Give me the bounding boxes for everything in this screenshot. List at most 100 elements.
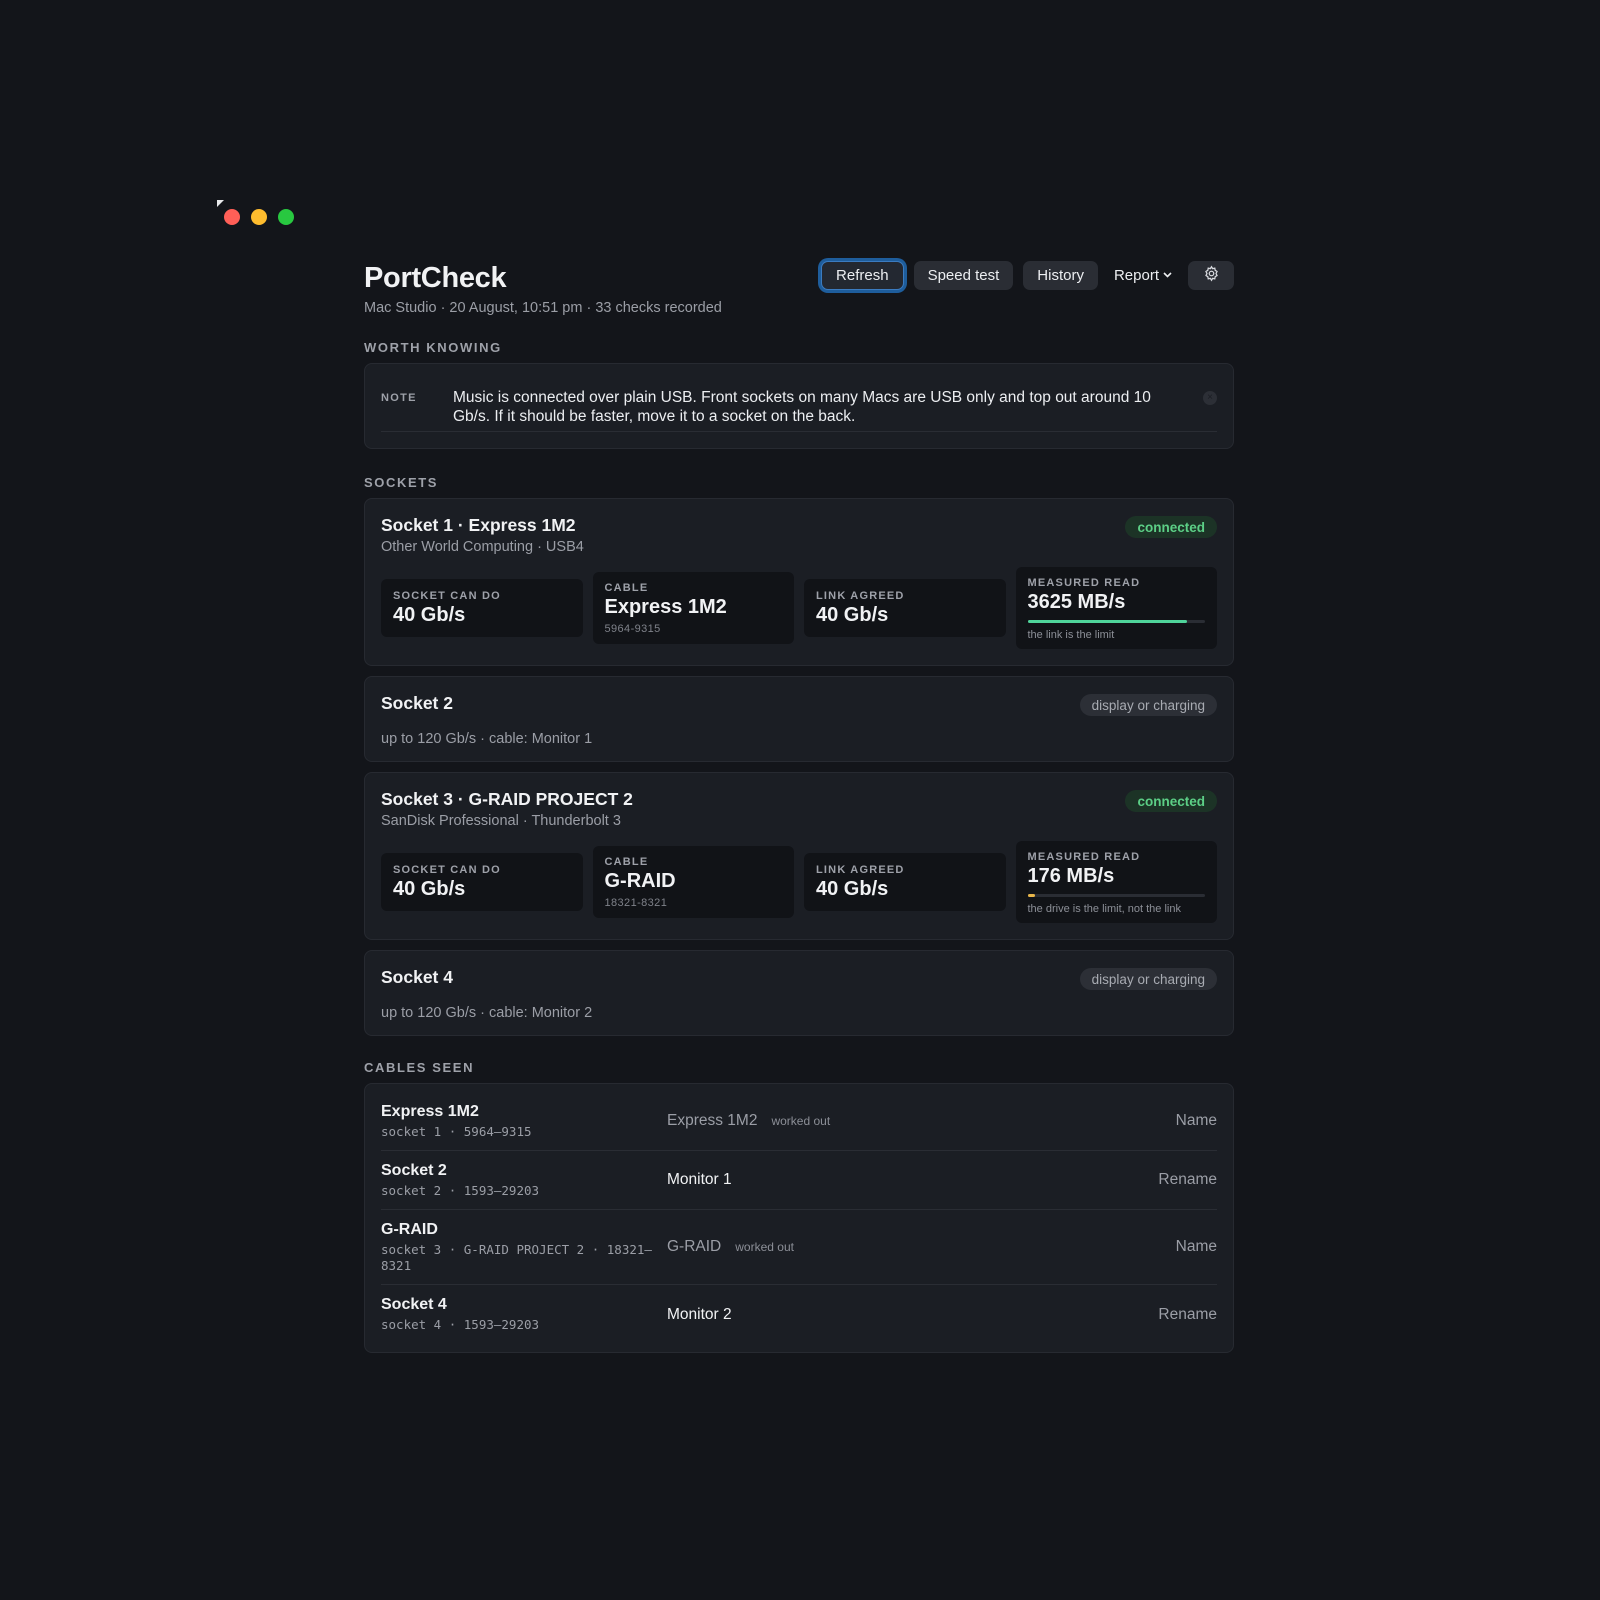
socket-detail: up to 120 Gb/s · cable: Monitor 2 — [381, 1005, 593, 1021]
worth-knowing-heading: WORTH KNOWING — [364, 340, 502, 355]
status-badge: connected — [1125, 516, 1217, 538]
app-subtitle: Mac Studio · 20 August, 10:51 pm · 33 ch… — [364, 300, 722, 316]
cable-name: Express 1M2 — [381, 1102, 479, 1120]
cable-meta: socket 3 · G-RAID PROJECT 2 · 18321–8321 — [381, 1241, 652, 1273]
tile-value: 40 Gb/s — [393, 878, 466, 900]
read-speed-bar-fill — [1027, 894, 1035, 897]
socket-card-1: Socket 1 · Express 1M2 Other World Compu… — [364, 498, 1234, 666]
socket-card-2: Socket 2 display or charging up to 120 G… — [364, 676, 1234, 762]
close-window-button[interactable] — [224, 209, 240, 225]
read-speed-bar — [1027, 620, 1205, 623]
app-main: PortCheck Mac Studio · 20 August, 10:51 … — [364, 258, 1234, 1353]
cable-name: Socket 4 — [381, 1296, 447, 1313]
cable-label: Monitor 2 — [667, 1305, 732, 1323]
cable-label: Express 1M2 — [667, 1112, 758, 1129]
window-controls — [224, 209, 294, 225]
tile-value: G-RAID — [604, 870, 676, 892]
cable-row: Express 1M2 socket 1 · 5964–9315 Express… — [381, 1092, 1217, 1151]
tile-label: CABLE — [604, 856, 649, 868]
history-button[interactable]: History — [1023, 261, 1098, 290]
status-badge: connected — [1125, 790, 1217, 812]
cable-tile: CABLE Express 1M2 5964-9315 — [592, 572, 794, 644]
link-tile: LINK AGREED 40 Gb/s — [804, 853, 1006, 911]
sockets-heading: SOCKETS — [364, 475, 439, 490]
status-badge: display or charging — [1079, 968, 1217, 990]
tile-value: 3625 MB/s — [1027, 591, 1126, 613]
socket-stats: SOCKET CAN DO 40 Gb/s CABLE Express 1M2 … — [381, 567, 1217, 649]
status-badge: display or charging — [1079, 694, 1217, 716]
socket-subtitle: SanDisk Professional · Thunderbolt 3 — [381, 813, 621, 829]
socket-card-4: Socket 4 display or charging up to 120 G… — [364, 950, 1234, 1036]
note-tag: NOTE — [381, 392, 417, 404]
minimize-window-button[interactable] — [251, 209, 267, 225]
cable-name: G-RAID — [381, 1220, 438, 1238]
read-note: the drive is the limit, not the link — [1027, 903, 1181, 915]
read-speed-bar-fill — [1027, 620, 1188, 623]
read-speed-bar — [1027, 894, 1205, 897]
cable-meta: socket 2 · 1593–29203 — [381, 1182, 540, 1198]
cable-meta: socket 1 · 5964–9315 — [381, 1123, 532, 1139]
gear-icon — [1203, 265, 1220, 286]
report-menu-button[interactable]: Report — [1108, 261, 1178, 290]
tile-label: LINK AGREED — [816, 590, 905, 602]
close-icon[interactable]: × — [1203, 391, 1217, 405]
tile-value: Express 1M2 — [604, 596, 727, 618]
cable-label-value: Express 1M2 worked out — [667, 1112, 830, 1130]
tile-value: 40 Gb/s — [816, 878, 889, 900]
chevron-down-icon — [1163, 269, 1172, 281]
worked-out-tag: worked out — [771, 1114, 831, 1128]
socket-detail: up to 120 Gb/s · cable: Monitor 1 — [381, 731, 593, 747]
divider — [381, 431, 1217, 432]
cable-info: Express 1M2 socket 1 · 5964–9315 — [381, 1091, 667, 1152]
tile-label: LINK AGREED — [816, 864, 905, 876]
cable-label: Monitor 1 — [667, 1171, 732, 1188]
link-tile: LINK AGREED 40 Gb/s — [804, 579, 1006, 637]
cable-info: G-RAID socket 3 · G-RAID PROJECT 2 · 183… — [381, 1209, 667, 1286]
cable-row: G-RAID socket 3 · G-RAID PROJECT 2 · 183… — [381, 1210, 1217, 1285]
tile-label: MEASURED READ — [1027, 577, 1141, 589]
socket-stats: SOCKET CAN DO 40 Gb/s CABLE G-RAID 18321… — [381, 841, 1217, 923]
zoom-window-button[interactable] — [278, 209, 294, 225]
cables-seen-heading: CABLES SEEN — [364, 1060, 475, 1075]
cable-name: Socket 2 — [381, 1161, 447, 1179]
app-title: PortCheck — [364, 262, 507, 294]
tile-value: 40 Gb/s — [393, 604, 466, 626]
cable-label-value: Monitor 1 — [667, 1171, 732, 1189]
rename-button[interactable]: Rename — [1158, 1171, 1217, 1189]
socket-card-3: Socket 3 · G-RAID PROJECT 2 SanDisk Prof… — [364, 772, 1234, 940]
cable-info: Socket 4 socket 4 · 1593–29203 — [381, 1284, 667, 1345]
socket-title: Socket 1 · Express 1M2 — [381, 515, 576, 535]
tile-label: CABLE — [604, 582, 649, 594]
cable-row: Socket 2 socket 2 · 1593–29203 Monitor 1… — [381, 1151, 1217, 1210]
socket-capacity-tile: SOCKET CAN DO 40 Gb/s — [381, 853, 583, 911]
read-note: the link is the limit — [1027, 629, 1115, 641]
pointer-cursor — [217, 200, 224, 207]
rename-button[interactable]: Rename — [1158, 1306, 1217, 1324]
tile-label: MEASURED READ — [1027, 851, 1141, 863]
cable-id: 18321-8321 — [604, 897, 668, 909]
cable-row: Socket 4 socket 4 · 1593–29203 Monitor 2… — [381, 1285, 1217, 1344]
tile-value: 176 MB/s — [1027, 865, 1115, 887]
speed-test-button[interactable]: Speed test — [913, 261, 1014, 290]
report-label: Report — [1113, 267, 1159, 284]
socket-title: Socket 3 · G-RAID PROJECT 2 — [381, 789, 633, 809]
tile-value: 40 Gb/s — [816, 604, 889, 626]
toolbar: Refresh Speed test History Report — [821, 261, 1234, 290]
note-card: NOTE Music is connected over plain USB. … — [364, 363, 1234, 449]
measured-read-tile: MEASURED READ 3625 MB/s the link is the … — [1015, 567, 1217, 649]
cable-meta: socket 4 · 1593–29203 — [381, 1317, 540, 1332]
header: PortCheck Mac Studio · 20 August, 10:51 … — [364, 258, 1234, 318]
cables-list: Express 1M2 socket 1 · 5964–9315 Express… — [364, 1083, 1234, 1353]
cable-tile: CABLE G-RAID 18321-8321 — [592, 846, 794, 918]
socket-subtitle: Other World Computing · USB4 — [381, 539, 584, 555]
cable-info: Socket 2 socket 2 · 1593–29203 — [381, 1150, 667, 1211]
name-button[interactable]: Name — [1176, 1112, 1217, 1130]
tile-label: SOCKET CAN DO — [393, 590, 501, 602]
note-text: Music is connected over plain USB. Front… — [453, 389, 1151, 425]
measured-read-tile: MEASURED READ 176 MB/s the drive is the … — [1015, 841, 1217, 923]
socket-capacity-tile: SOCKET CAN DO 40 Gb/s — [381, 579, 583, 637]
name-button[interactable]: Name — [1176, 1238, 1217, 1256]
refresh-button[interactable]: Refresh — [821, 261, 904, 290]
cable-label: G-RAID — [667, 1238, 722, 1255]
settings-button[interactable] — [1188, 261, 1234, 290]
